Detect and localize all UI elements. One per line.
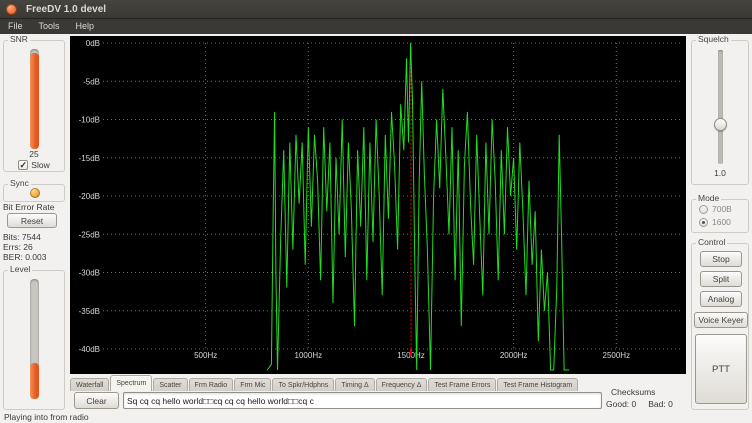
ber-section-label: Bit Error Rate xyxy=(3,202,55,212)
tab-frm-radio[interactable]: Frm Radio xyxy=(189,378,234,391)
sync-group: Sync xyxy=(3,184,65,202)
errors-stat: Errs: 26 xyxy=(3,242,33,252)
checksums-good: Good: 0 xyxy=(606,399,636,409)
y-tick-label: -5dB xyxy=(83,77,100,86)
x-tick-label: 1000Hz xyxy=(295,351,323,360)
bits-stat: Bits: 7544 xyxy=(3,232,41,242)
spectrum-trace xyxy=(267,43,569,370)
window-title: FreeDV 1.0 devel xyxy=(26,4,106,15)
spectrum-plot-svg[interactable]: 0dB -5dB -10dB -15dB -20dB -25dB -30dB -35dB -40… xyxy=(70,36,686,374)
close-icon[interactable] xyxy=(6,4,17,15)
tab-test-frame-histogram[interactable]: Test Frame Histogram xyxy=(497,378,578,391)
sync-label: Sync xyxy=(8,178,31,188)
level-gauge-fill xyxy=(30,363,39,399)
mode-radio-700b[interactable]: 700B xyxy=(699,204,732,214)
mode-radio-700b-label: 700B xyxy=(712,204,732,214)
squelch-slider[interactable] xyxy=(718,50,723,164)
mode-radio-1600-label: 1600 xyxy=(712,217,731,227)
radio-dot-icon xyxy=(702,221,705,224)
level-label: Level xyxy=(8,264,32,274)
ptt-button[interactable]: PTT xyxy=(695,334,747,404)
titlebar[interactable]: FreeDV 1.0 devel xyxy=(0,0,752,19)
squelch-group: Squelch 1.0 xyxy=(691,40,749,185)
menu-tools[interactable]: Tools xyxy=(31,19,68,34)
reset-button[interactable]: Reset xyxy=(7,213,57,228)
radio-dot-icon xyxy=(702,208,705,211)
y-tick-label: -10dB xyxy=(79,116,100,125)
squelch-slider-handle[interactable] xyxy=(714,118,727,131)
squelch-value: 1.0 xyxy=(692,168,748,178)
mode-radio-1600[interactable]: 1600 xyxy=(699,217,731,227)
tab-test-frame-errors[interactable]: Test Frame Errors xyxy=(428,378,496,391)
squelch-label: Squelch xyxy=(696,34,731,44)
x-tick-label: 2500Hz xyxy=(603,351,631,360)
y-tick-label: -15dB xyxy=(79,154,100,163)
ber-stat: BER: 0.003 xyxy=(3,252,46,262)
x-tick-label: 500Hz xyxy=(194,351,217,360)
tx-text-input[interactable] xyxy=(123,392,602,409)
menubar: File Tools Help xyxy=(0,19,752,34)
level-group: Level xyxy=(3,270,65,410)
sync-led-icon xyxy=(30,188,40,198)
snr-value: 25 xyxy=(4,149,64,159)
tab-frequency-delta[interactable]: Frequency Δ xyxy=(376,378,428,391)
control-group: Control Stop Split Analog Voice Keyer PT… xyxy=(691,243,749,410)
menu-help[interactable]: Help xyxy=(68,19,103,34)
split-button[interactable]: Split xyxy=(700,271,742,287)
snr-group: SNR 25 ✓ Slow xyxy=(3,40,65,172)
clear-button[interactable]: Clear xyxy=(74,392,119,409)
mode-group: Mode 700B 1600 xyxy=(691,199,749,233)
tab-to-spkr-hdphns[interactable]: To Spkr/Hdphns xyxy=(272,378,334,391)
mode-label: Mode xyxy=(696,193,721,203)
y-tick-label: -35dB xyxy=(79,307,100,316)
control-label: Control xyxy=(696,237,727,247)
slow-checkbox-row[interactable]: ✓ Slow xyxy=(4,160,64,170)
y-tick-label: -30dB xyxy=(79,269,100,278)
tab-scatter[interactable]: Scatter xyxy=(153,378,187,391)
menu-file[interactable]: File xyxy=(0,19,31,34)
voice-keyer-button[interactable]: Voice Keyer xyxy=(694,312,748,328)
status-bar: Playing into from radio xyxy=(0,411,752,423)
y-tick-label: -25dB xyxy=(79,230,100,239)
level-gauge xyxy=(30,279,39,399)
tab-timing-delta[interactable]: Timing Δ xyxy=(335,378,374,391)
y-tick-label: -20dB xyxy=(79,192,100,201)
mode-radio-dot[interactable] xyxy=(699,205,708,214)
stop-button[interactable]: Stop xyxy=(700,251,742,267)
snr-gauge-fill xyxy=(30,53,39,149)
plot-tab-bar: Waterfall Spectrum Scatter Frm Radio Frm… xyxy=(70,374,686,391)
snr-label: SNR xyxy=(8,34,30,44)
tab-frm-mic[interactable]: Frm Mic xyxy=(234,378,271,391)
tab-spectrum[interactable]: Spectrum xyxy=(110,375,152,391)
slow-checkbox[interactable]: ✓ xyxy=(18,160,28,170)
tab-waterfall[interactable]: Waterfall xyxy=(70,378,109,391)
slow-checkbox-label: Slow xyxy=(31,160,49,170)
mode-radio-dot[interactable] xyxy=(699,218,708,227)
analog-button[interactable]: Analog xyxy=(700,291,742,307)
y-tick-label: -40dB xyxy=(79,345,100,354)
spectrum-plot-panel[interactable]: 0dB -5dB -10dB -15dB -20dB -25dB -30dB -35dB -40… xyxy=(70,36,686,374)
y-tick-label: 0dB xyxy=(86,39,100,48)
slow-checkbox-mark: ✓ xyxy=(20,160,28,171)
x-tick-label: 2000Hz xyxy=(500,351,528,360)
snr-gauge xyxy=(30,49,39,149)
checksums-bad: Bad: 0 xyxy=(648,399,673,409)
